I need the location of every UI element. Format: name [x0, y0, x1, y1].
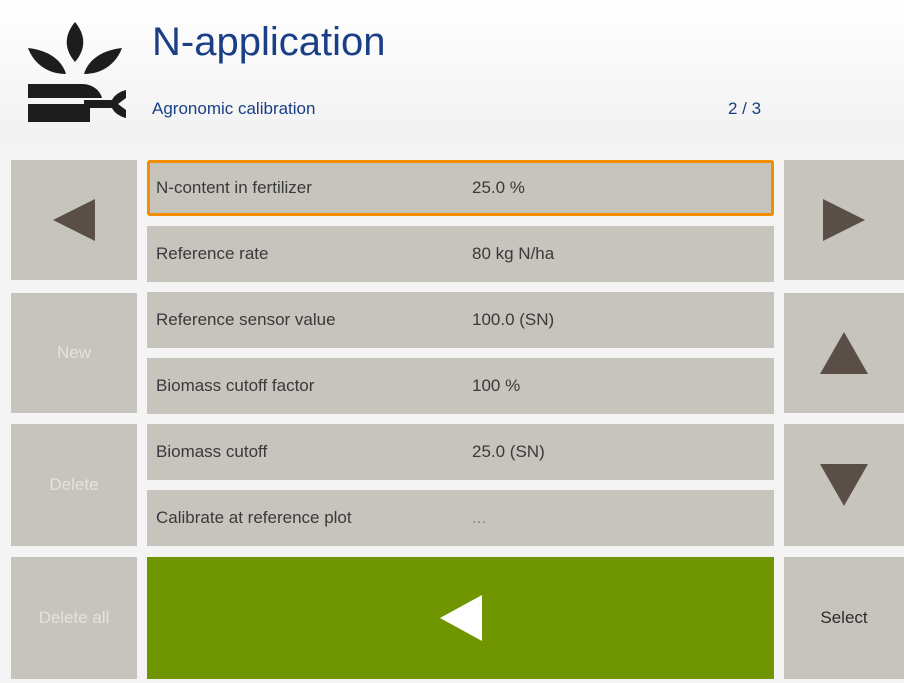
select-button[interactable]: Select [784, 557, 904, 679]
page-title: N-application [152, 20, 386, 64]
list-item[interactable]: Calibrate at reference plot ... [147, 490, 774, 546]
list-item-value: 25.0 % [472, 178, 525, 197]
list-item-value: ... [472, 508, 487, 527]
new-button[interactable]: New [11, 293, 137, 413]
arrow-right-icon [823, 199, 865, 241]
confirm-button[interactable] [147, 557, 774, 679]
delete-all-button-label: Delete all [38, 608, 110, 627]
new-button-label: New [56, 343, 91, 362]
list-item-value: 100 % [472, 376, 521, 395]
list-item-label: Reference rate [156, 244, 269, 263]
list-item-value: 100.0 (SN) [472, 310, 555, 329]
delete-all-button[interactable]: Delete all [11, 557, 137, 679]
delete-button[interactable]: Delete [11, 424, 137, 546]
confirm-arrow-left-icon [439, 595, 482, 641]
header-bar: N-application Agronomic calibration 2 / … [0, 0, 904, 145]
page-indicator: 2 / 3 [728, 99, 762, 118]
list-item-value: 80 kg N/ha [472, 244, 555, 263]
list-item-value: 25.0 (SN) [472, 442, 545, 461]
list-item[interactable]: Biomass cutoff 25.0 (SN) [147, 424, 774, 480]
list-item[interactable]: N-content in fertilizer 25.0 % [147, 160, 774, 216]
list-item[interactable]: Reference sensor value 100.0 (SN) [147, 292, 774, 348]
list-item-label: Reference sensor value [156, 310, 336, 329]
list-item-label: Biomass cutoff [156, 442, 268, 461]
arrow-up-icon [820, 332, 868, 374]
scroll-down-button[interactable] [784, 424, 904, 546]
list-item-label: Biomass cutoff factor [156, 376, 315, 395]
next-button[interactable] [784, 160, 904, 280]
delete-button-label: Delete [49, 475, 99, 494]
plant-wrench-icon [28, 22, 126, 122]
list-item[interactable]: Reference rate 80 kg N/ha [147, 226, 774, 282]
list-item-label: Calibrate at reference plot [156, 508, 352, 527]
list-item-label: N-content in fertilizer [156, 178, 312, 197]
arrow-left-icon [53, 199, 95, 241]
select-button-label: Select [820, 608, 868, 627]
arrow-down-icon [820, 464, 868, 506]
page-subtitle: Agronomic calibration [152, 99, 316, 118]
back-button[interactable] [11, 160, 137, 280]
list-item[interactable]: Biomass cutoff factor 100 % [147, 358, 774, 414]
scroll-up-button[interactable] [784, 293, 904, 413]
